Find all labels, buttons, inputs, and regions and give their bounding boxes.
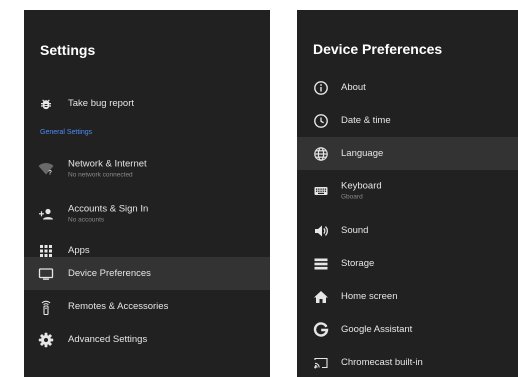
device-pref-item-google-assistant[interactable]: Google Assistant: [297, 313, 518, 346]
section-header-general-settings: General Settings: [40, 129, 93, 136]
settings-item-advanced-settings[interactable]: Advanced Settings: [24, 323, 270, 356]
device-pref-item-label: Google Assistant: [341, 323, 413, 335]
bug-icon: [38, 96, 54, 112]
device-pref-item-keyboard[interactable]: Keyboard Gboard: [297, 174, 518, 207]
settings-item-label: Device Preferences: [68, 267, 151, 279]
page: Settings Take bug report General Setting…: [0, 0, 518, 377]
settings-item-accounts-sign-in[interactable]: Accounts & Sign In No accounts: [24, 197, 270, 230]
device-pref-item-label: Storage: [341, 257, 375, 269]
add-person-icon: [38, 206, 54, 222]
device-pref-item-label: About: [341, 81, 366, 93]
globe-icon: [313, 146, 329, 162]
device-pref-item-about[interactable]: About: [297, 71, 518, 104]
cast-icon: [313, 355, 329, 371]
settings-item-label: Remotes & Accessories: [68, 300, 169, 312]
device-pref-item-language[interactable]: Language: [297, 137, 518, 170]
gear-icon: [38, 332, 54, 348]
settings-item-label: Apps: [68, 244, 90, 256]
settings-panel: Settings Take bug report General Setting…: [24, 10, 270, 377]
keyboard-icon: [313, 183, 329, 199]
remote-icon: [38, 299, 54, 315]
device-preferences-panel: Device Preferences About Date & time Lan…: [297, 10, 518, 377]
settings-item-remotes-accessories[interactable]: Remotes & Accessories: [24, 290, 270, 323]
settings-item-label: Advanced Settings: [68, 333, 148, 345]
storage-icon: [313, 256, 329, 272]
device-preferences-title: Device Preferences: [313, 41, 443, 57]
settings-title: Settings: [40, 42, 96, 58]
clock-icon: [313, 113, 329, 129]
settings-item-device-preferences[interactable]: Device Preferences: [24, 257, 270, 290]
home-icon: [313, 289, 329, 305]
device-pref-item-storage[interactable]: Storage: [297, 247, 518, 280]
settings-item-subtitle: No accounts: [68, 216, 105, 223]
device-pref-item-home-screen[interactable]: Home screen: [297, 280, 518, 313]
settings-item-network-internet[interactable]: ? Network & Internet No network connecte…: [24, 152, 270, 185]
device-pref-item-label: Language: [341, 147, 384, 159]
settings-item-label: Accounts & Sign In: [68, 203, 149, 214]
settings-item-label: Take bug report: [68, 97, 135, 109]
svg-text:?: ?: [48, 170, 52, 176]
device-pref-item-label: Keyboard: [341, 180, 382, 191]
settings-item-label: Network & Internet: [68, 158, 147, 169]
device-pref-item-date-time[interactable]: Date & time: [297, 104, 518, 137]
device-pref-item-label: Chromecast built-in: [341, 356, 423, 368]
info-icon: [313, 80, 329, 96]
wifi-off-icon: ?: [38, 161, 54, 177]
google-icon: [313, 321, 329, 338]
speaker-icon: [313, 223, 329, 239]
settings-item-take-bug-report[interactable]: Take bug report: [24, 87, 270, 120]
device-pref-item-label: Date & time: [341, 114, 391, 126]
device-pref-item-chromecast[interactable]: Chromecast built-in: [297, 346, 518, 377]
device-pref-item-label: Home screen: [341, 290, 398, 302]
settings-item-subtitle: No network connected: [68, 171, 133, 178]
tv-icon: [38, 266, 54, 282]
device-pref-item-label: Sound: [341, 224, 369, 236]
device-pref-item-sound[interactable]: Sound: [297, 214, 518, 247]
device-pref-item-subtitle: Gboard: [341, 193, 363, 200]
